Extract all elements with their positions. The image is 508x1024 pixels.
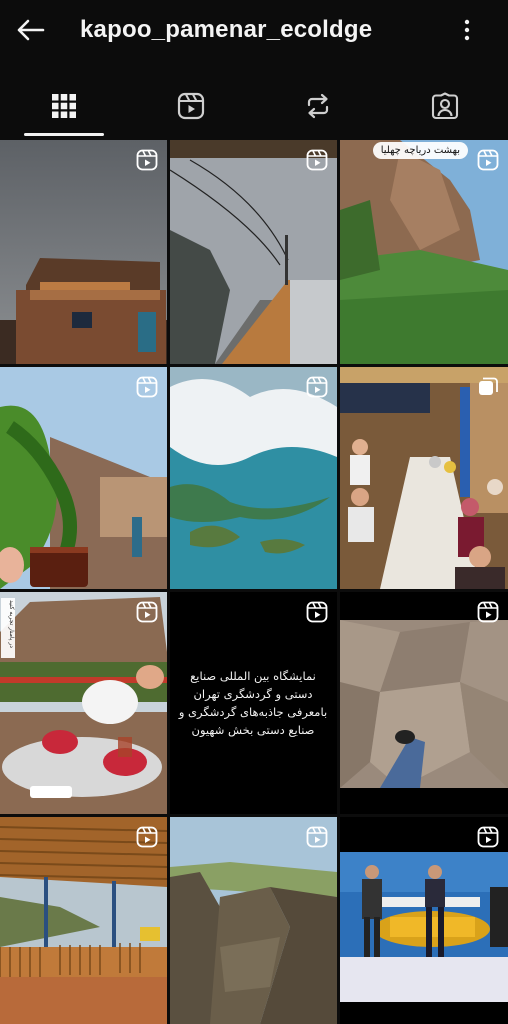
tab-reposts[interactable]	[254, 76, 381, 136]
reel-icon	[477, 601, 499, 623]
arrow-left-icon	[17, 19, 45, 41]
tab-reels[interactable]	[127, 76, 254, 136]
back-button[interactable]	[12, 14, 48, 46]
reel-icon	[136, 601, 158, 623]
profile-tabs	[0, 76, 508, 138]
reel-icon	[477, 149, 499, 171]
reels-icon	[177, 92, 204, 120]
post-thumbnail[interactable]	[0, 140, 167, 364]
post-thumbnail[interactable]	[0, 817, 167, 1024]
repost-icon	[307, 93, 328, 119]
reel-icon	[306, 601, 328, 623]
post-image	[0, 140, 167, 364]
tagged-person-icon	[431, 92, 458, 120]
post-thumbnail[interactable]	[0, 367, 167, 589]
post-image	[0, 367, 167, 589]
post-image	[0, 817, 167, 1024]
selected-tab-indicator	[24, 133, 104, 136]
tab-tagged[interactable]	[381, 76, 508, 136]
post-thumbnail[interactable]	[340, 592, 508, 814]
post-thumbnail[interactable]	[340, 367, 508, 589]
profile-username: kapoo_pamenar_ecoldge	[80, 16, 373, 43]
more-options-button[interactable]	[452, 14, 482, 46]
tab-grid[interactable]	[0, 76, 127, 136]
post-thumbnail[interactable]: نمایشگاه بین المللی صنایع دستی و گردشگری…	[170, 592, 337, 814]
reel-icon	[306, 826, 328, 848]
reel-icon	[477, 826, 499, 848]
post-thumbnail[interactable]	[170, 817, 337, 1024]
more-vertical-icon	[464, 19, 470, 41]
post-thumbnail[interactable]: بهشت دریاچه چهلیا	[340, 140, 508, 364]
reel-icon	[136, 149, 158, 171]
post-thumbnail[interactable]	[340, 817, 508, 1024]
post-image	[170, 817, 337, 1024]
post-image	[340, 817, 508, 1024]
side-caption: در پامنار تجربه کنید	[1, 598, 15, 658]
post-thumbnail[interactable]	[170, 140, 337, 364]
post-thumbnail[interactable]	[170, 367, 337, 589]
reel-icon	[136, 826, 158, 848]
post-image	[340, 140, 508, 364]
text-post: نمایشگاه بین المللی صنایع دستی و گردشگری…	[170, 592, 336, 814]
post-image	[170, 367, 337, 589]
reel-icon	[306, 149, 328, 171]
post-image	[170, 140, 337, 364]
post-image	[340, 367, 508, 589]
reel-icon	[306, 376, 328, 398]
post-image	[340, 592, 508, 814]
post-overlay-label: بهشت دریاچه چهلیا	[372, 142, 468, 159]
grid-icon	[51, 94, 76, 118]
posts-grid: بهشت دریاچه چهلیا در پامنار تجربه کنید ن…	[0, 140, 508, 1024]
top-bar: kapoo_pamenar_ecoldge	[0, 0, 508, 62]
post-thumbnail[interactable]: در پامنار تجربه کنید	[0, 592, 167, 814]
reel-icon	[136, 376, 158, 398]
text-post-body: نمایشگاه بین المللی صنایع دستی و گردشگری…	[178, 669, 328, 737]
post-sticker	[30, 786, 72, 798]
post-image	[0, 592, 167, 814]
carousel-icon	[477, 376, 499, 398]
